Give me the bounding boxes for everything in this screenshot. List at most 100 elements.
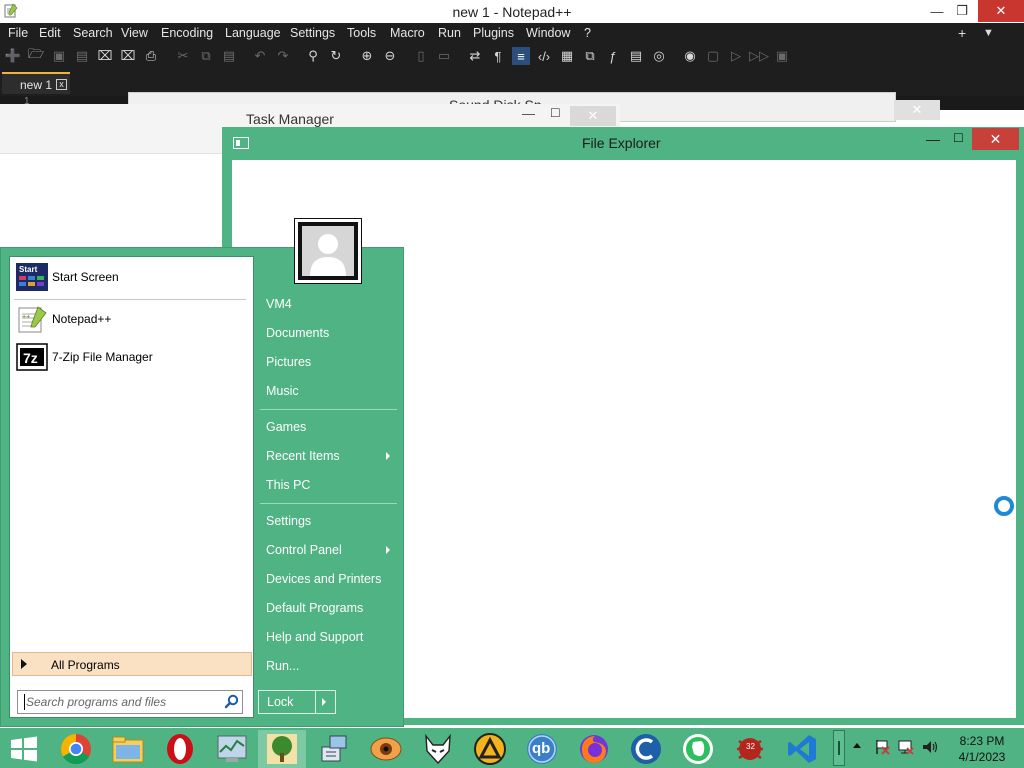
menu-macro[interactable]: Macro (390, 26, 425, 40)
show-all-chars-icon[interactable]: ¶ (489, 47, 507, 65)
close-button[interactable]: ✕ (978, 0, 1024, 22)
taskbar-tree-app[interactable] (258, 730, 306, 768)
start-item-devices-printers[interactable]: Devices and Printers (266, 572, 381, 586)
file-explorer-minimize-button[interactable]: — (926, 131, 940, 147)
zoom-in-icon[interactable]: ⊕ (358, 47, 376, 65)
close-file-icon[interactable]: ⌧ (96, 47, 114, 65)
menu-tools[interactable]: Tools (347, 26, 376, 40)
taskbar-aimp[interactable] (466, 730, 514, 768)
close-all-icon[interactable]: ⌧ (119, 47, 137, 65)
redo-icon[interactable]: ↷ (274, 47, 292, 65)
copy-icon[interactable]: ⧉ (197, 47, 215, 65)
show-hidden-icons-chevron-icon[interactable] (853, 743, 861, 748)
sound-window-close-button[interactable]: ✕ (894, 100, 940, 120)
taskbar-eye-app[interactable] (362, 730, 410, 768)
pinned-notepadpp[interactable]: ++ Notepad++ (14, 303, 250, 337)
tab-new-1[interactable]: new 1 x (2, 72, 70, 94)
tab-list-dropdown-icon[interactable]: ▼ (983, 27, 994, 39)
taskbar-chrome[interactable] (52, 730, 100, 768)
taskbar-ccleaner[interactable] (622, 730, 670, 768)
taskbar-fox-app[interactable] (414, 730, 462, 768)
stop-macro-icon[interactable]: ▢ (704, 47, 722, 65)
new-file-icon[interactable]: ➕ (4, 47, 22, 65)
menu-plugins[interactable]: Plugins (473, 26, 514, 40)
zoom-out-icon[interactable]: ⊖ (381, 47, 399, 65)
taskbar-opera[interactable] (156, 730, 204, 768)
start-item-this-pc[interactable]: This PC (266, 478, 310, 492)
word-wrap-icon[interactable]: ⇄ (466, 47, 484, 65)
taskbar-firefox[interactable] (570, 730, 618, 768)
new-tab-plus-icon[interactable]: + (958, 25, 966, 41)
file-explorer-close-button[interactable]: ✕ (972, 128, 1019, 150)
indent-guide-icon[interactable]: ≡ (512, 47, 530, 65)
sync-horizontal-icon[interactable]: ▭ (435, 47, 453, 65)
document-map-icon[interactable]: ▦ (558, 47, 576, 65)
undo-icon[interactable]: ↶ (251, 47, 269, 65)
taskbar-network-setup[interactable] (310, 730, 358, 768)
sync-vertical-icon[interactable]: ▯ (412, 47, 430, 65)
task-manager-maximize-button[interactable]: ☐ (550, 106, 561, 120)
pinned-start-screen[interactable]: Start Start Screen (14, 261, 250, 295)
start-item-games[interactable]: Games (266, 420, 306, 434)
menu-view[interactable]: View (121, 26, 148, 40)
tab-close-icon[interactable]: x (56, 79, 67, 90)
menu-file[interactable]: File (8, 26, 28, 40)
cut-icon[interactable]: ✂ (174, 47, 192, 65)
start-item-settings[interactable]: Settings (266, 514, 311, 528)
pinned-7zip[interactable]: 7z 7-Zip File Manager (14, 341, 250, 375)
print-icon[interactable]: ⎙ (142, 47, 160, 65)
action-center-flag-icon[interactable] (873, 738, 891, 756)
start-item-help-support[interactable]: Help and Support (266, 630, 363, 644)
task-manager-minimize-button[interactable]: — (522, 106, 535, 121)
search-icon[interactable] (224, 694, 240, 710)
system-clock[interactable]: 8:23 PM 4/1/2023 (950, 733, 1014, 765)
power-options-arrow-icon[interactable] (322, 698, 326, 706)
restore-button[interactable]: ❐ (948, 0, 976, 22)
taskbar-file-explorer[interactable] (104, 730, 152, 768)
taskbar-overflow-handle[interactable] (833, 730, 845, 766)
replace-icon[interactable]: ↻ (327, 47, 345, 65)
start-item-control-panel[interactable]: Control Panel (266, 543, 342, 557)
monitoring-icon[interactable]: ◎ (650, 47, 668, 65)
start-item-vm4[interactable]: VM4 (266, 297, 292, 311)
menu-encoding[interactable]: Encoding (161, 26, 213, 40)
all-programs-button[interactable]: All Programs (12, 652, 252, 676)
start-button[interactable] (0, 730, 48, 768)
menu-help[interactable]: ? (584, 26, 591, 40)
search-programs-input[interactable] (24, 694, 220, 710)
taskbar-evernote[interactable] (674, 730, 722, 768)
start-item-run[interactable]: Run... (266, 659, 299, 673)
start-item-documents[interactable]: Documents (266, 326, 329, 340)
lock-button[interactable]: Lock (258, 690, 336, 714)
menu-language[interactable]: Language (225, 26, 281, 40)
start-item-default-programs[interactable]: Default Programs (266, 601, 363, 615)
start-search-box[interactable] (17, 690, 243, 714)
file-explorer-window-icon[interactable] (233, 137, 249, 149)
menu-window[interactable]: Window (526, 26, 570, 40)
start-item-music[interactable]: Music (266, 384, 299, 398)
menu-run[interactable]: Run (438, 26, 461, 40)
network-disconnected-icon[interactable] (897, 738, 915, 756)
save-icon[interactable]: ▣ (50, 47, 68, 65)
menu-search[interactable]: Search (73, 26, 113, 40)
find-icon[interactable]: ⚲ (304, 47, 322, 65)
xml-tag-icon[interactable]: ‹/› (535, 47, 553, 65)
save-all-icon[interactable]: ▤ (73, 47, 91, 65)
taskbar-task-manager[interactable] (208, 730, 256, 768)
task-manager-close-button[interactable]: ✕ (570, 106, 616, 126)
taskbar-vscode[interactable] (778, 730, 826, 768)
record-macro-icon[interactable]: ◉ (681, 47, 699, 65)
file-explorer-maximize-button[interactable]: ☐ (953, 131, 964, 145)
play-macro-icon[interactable]: ▷ (727, 47, 745, 65)
open-file-icon[interactable]: 🗁 (27, 46, 45, 65)
start-item-pictures[interactable]: Pictures (266, 355, 311, 369)
menu-settings[interactable]: Settings (290, 26, 335, 40)
document-list-icon[interactable]: ⧉ (581, 47, 599, 65)
volume-icon[interactable] (921, 738, 939, 756)
start-item-recent-items[interactable]: Recent Items (266, 449, 340, 463)
menu-edit[interactable]: Edit (39, 26, 61, 40)
function-list-icon[interactable]: ƒ (604, 47, 622, 65)
user-avatar[interactable] (294, 218, 362, 284)
save-macro-icon[interactable]: ▣ (773, 47, 791, 65)
paste-icon[interactable]: ▤ (220, 47, 238, 65)
